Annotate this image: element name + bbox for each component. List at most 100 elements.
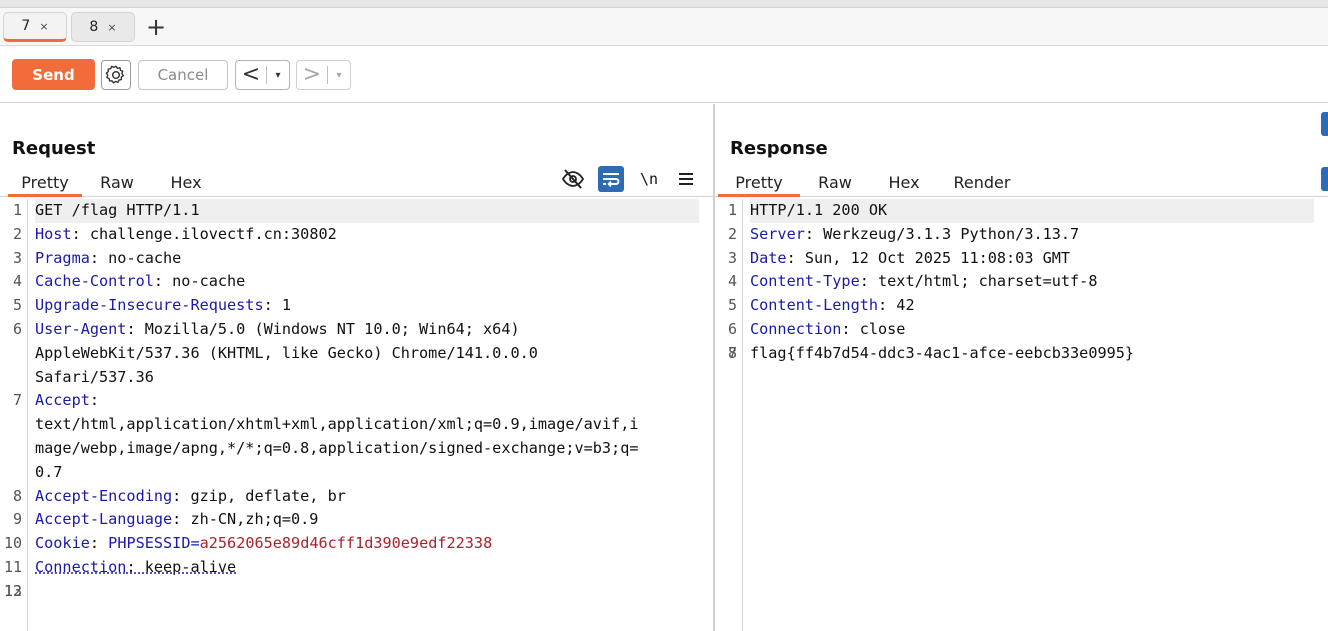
request-tab-raw[interactable]: Raw (94, 170, 140, 197)
inspector-toggle-icon[interactable] (1321, 112, 1328, 136)
close-tab-icon[interactable]: × (39, 20, 48, 33)
code-line: 1 GET /flag HTTP/1.1 (13, 199, 699, 223)
window-top-strip (0, 0, 1328, 8)
repeater-tab-bar: 7 × 8 × + (0, 8, 1328, 46)
forward-nav-group: > ▾ (296, 60, 351, 90)
forward-button[interactable]: > (297, 61, 327, 89)
request-tab-hex[interactable]: Hex (162, 170, 210, 197)
code-line: 3 Date: Sun, 12 Oct 2025 11:08:03 GMT (728, 247, 1314, 271)
code-line: 6 User-Agent: Mozilla/5.0 (Windows NT 10.… (13, 318, 699, 342)
header-value: : Sun, 12 Oct 2025 11:08:03 GMT (786, 248, 1071, 267)
header-name: Accept-Language (35, 510, 173, 529)
hide-eye-icon[interactable] (560, 166, 586, 192)
code-line: 2 Server: Werkzeug/3.1.3 Python/3.13.7 (728, 223, 1314, 247)
header-value: : no-cache (89, 248, 182, 267)
response-editor[interactable]: 1 HTTP/1.1 200 OK 2 Server: Werkzeug/3.1.3 … (715, 199, 1328, 631)
repeater-tab-7[interactable]: 7 × (3, 12, 67, 42)
header-name: Cookie (35, 534, 90, 553)
send-button[interactable]: Send (12, 59, 95, 90)
line-number: 5 (12, 296, 22, 315)
line-number: 3 (727, 248, 737, 267)
line-number: 13 (3, 581, 22, 600)
back-history-dropdown-icon[interactable]: ▾ (267, 70, 289, 81)
header-name: Server (750, 224, 805, 243)
request-title: Request (12, 138, 96, 159)
code-line: 4 Content-Type: text/html; charset=utf-8 (728, 270, 1314, 294)
request-pane: Request Pretty Raw Hex \n 1 GET /flag HTT… (0, 104, 713, 631)
code-line: 10 Cookie: PHPSESSID=a2562065e89d46cff1d3… (4, 532, 699, 556)
code-line: AppleWebKit/537.36 (KHTML, like Gecko) C… (35, 342, 699, 366)
cookie-name: PHPSESSID (108, 534, 191, 553)
response-tab-raw[interactable]: Raw (813, 170, 857, 197)
code-line: 8 Accept-Encoding: gzip, deflate, br (13, 485, 699, 509)
settings-button[interactable] (101, 60, 131, 90)
line-text: flag{ff4b7d54-ddc3-4ac1-afce-eebcb33e099… (750, 343, 1135, 362)
header-name: Date (750, 248, 787, 267)
new-tab-button[interactable]: + (144, 14, 168, 40)
code-line: 5 Content-Length: 42 (728, 294, 1314, 318)
header-name: Host (35, 224, 72, 243)
request-editor[interactable]: 1 GET /flag HTTP/1.1 2 Host: challenge.ilov… (0, 199, 713, 631)
response-pane: Response Pretty Raw Hex Render 1 HTTP/1.1… (715, 104, 1328, 631)
request-tab-pretty[interactable]: Pretty (8, 170, 82, 197)
header-name: Upgrade-Insecure-Requests (35, 296, 264, 315)
code-line: 0.7 (35, 461, 699, 485)
line-text: 0.7 (35, 462, 63, 481)
response-tab-pretty[interactable]: Pretty (718, 170, 800, 197)
header-value: : (89, 534, 109, 553)
close-tab-icon[interactable]: × (107, 21, 116, 34)
response-code[interactable]: 1 HTTP/1.1 200 OK 2 Server: Werkzeug/3.1.3 … (728, 199, 1314, 631)
header-value: : 1 (263, 296, 292, 315)
line-number: 5 (727, 296, 737, 315)
code-line: 1 HTTP/1.1 200 OK (728, 199, 1314, 223)
code-line: text/html,application/xhtml+xml,applicat… (35, 413, 699, 437)
line-number: 1 (12, 201, 22, 219)
forward-history-dropdown-icon[interactable]: ▾ (328, 70, 350, 81)
header-name: Accept (35, 391, 90, 410)
line-number: 8 (727, 343, 737, 362)
cancel-button[interactable]: Cancel (138, 60, 228, 90)
code-line: 9 Accept-Language: zh-CN,zh;q=0.9 (13, 508, 699, 532)
code-line: 5 Upgrade-Insecure-Requests: 1 (13, 294, 699, 318)
response-menu-icon[interactable] (1321, 167, 1328, 191)
line-number: 2 (12, 224, 22, 243)
header-value: : close (841, 319, 906, 338)
header-name: Connection (35, 557, 127, 576)
header-name: Pragma (35, 248, 90, 267)
word-wrap-icon[interactable] (598, 166, 624, 192)
line-text: HTTP/1.1 200 OK (750, 201, 888, 219)
cookie-value: a2562065e89d46cff1d390e9edf22338 (199, 534, 493, 553)
header-name: Content-Length (750, 296, 879, 315)
code-line: 4 Cache-Control: no-cache (13, 270, 699, 294)
header-name: Connection (750, 319, 842, 338)
show-newlines-toggle[interactable]: \n (636, 166, 662, 192)
line-number: 4 (727, 272, 737, 291)
response-tab-hex[interactable]: Hex (881, 170, 927, 197)
line-number: 9 (12, 510, 22, 529)
menu-icon[interactable] (673, 166, 699, 192)
header-value: : challenge.ilovectf.cn:30802 (71, 224, 337, 243)
header-value: : gzip, deflate, br (172, 486, 346, 505)
code-line: 11 Connection: keep-alive (4, 556, 699, 580)
tab-label: 7 (21, 18, 31, 34)
header-value: : keep-alive (126, 557, 237, 576)
line-number: 1 (727, 201, 737, 219)
header-value: : zh-CN,zh;q=0.9 (172, 510, 319, 529)
header-name: User-Agent (35, 319, 127, 338)
back-button[interactable]: < (236, 61, 266, 89)
response-tab-render[interactable]: Render (949, 170, 1015, 197)
code-line: Safari/537.36 (35, 366, 699, 390)
request-code[interactable]: 1 GET /flag HTTP/1.1 2 Host: challenge.ilov… (4, 199, 699, 631)
line-number: 6 (727, 319, 737, 338)
header-value: : Mozilla/5.0 (Windows NT 10.0; Win64; x… (126, 319, 520, 338)
line-text: Safari/537.36 (35, 367, 154, 386)
line-number: 7 (12, 391, 22, 410)
repeater-tab-8[interactable]: 8 × (71, 12, 135, 42)
header-name: Accept-Encoding (35, 486, 173, 505)
line-text: AppleWebKit/537.36 (KHTML, like Gecko) C… (35, 343, 538, 362)
line-number: 4 (12, 272, 22, 291)
back-nav-group: < ▾ (235, 60, 290, 90)
header-value: : no-cache (153, 272, 246, 291)
response-title: Response (730, 138, 828, 159)
gear-icon (105, 65, 125, 84)
